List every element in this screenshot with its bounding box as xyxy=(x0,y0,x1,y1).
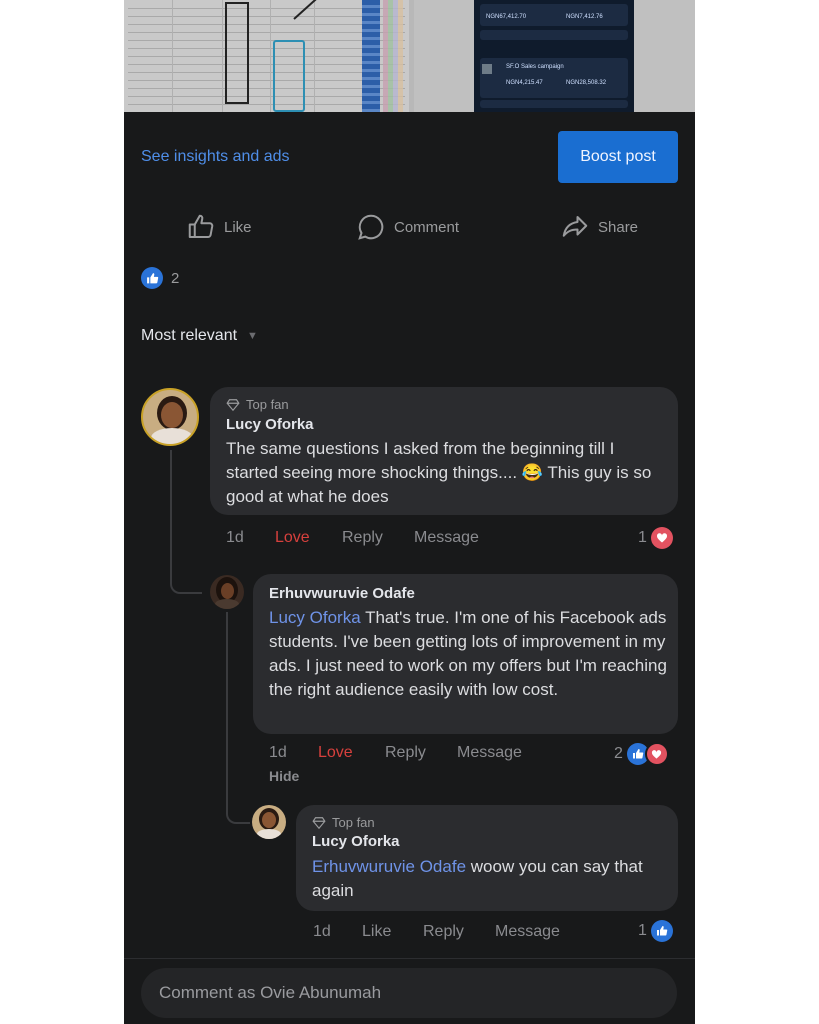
reply-button[interactable]: Reply xyxy=(385,744,426,762)
comment-input[interactable] xyxy=(141,968,677,1018)
ads-manager-image[interactable]: NGN67,412.70 NGN7,412.76 SF.O Sales camp… xyxy=(414,0,695,112)
comment-author[interactable]: Lucy Oforka xyxy=(226,416,314,433)
comment-bubble[interactable]: Erhuvwuruvie Odafe Lucy Oforka That's tr… xyxy=(253,574,678,734)
comment-time: 1d xyxy=(313,923,331,940)
see-insights-link[interactable]: See insights and ads xyxy=(141,148,290,166)
comment-reactions[interactable]: 2 xyxy=(614,742,669,766)
like-reaction-button[interactable]: Like xyxy=(362,923,391,941)
thread-line xyxy=(170,450,202,594)
comment-text: Erhuvwuruvie Odafe woow you can say that… xyxy=(312,857,643,900)
speech-bubble-icon xyxy=(358,214,384,240)
chevron-down-icon: ▼ xyxy=(247,330,258,342)
divider xyxy=(124,958,695,959)
spreadsheet-image[interactable] xyxy=(124,0,409,112)
share-button[interactable]: Share xyxy=(560,211,638,243)
comment-text: The same questions I asked from the begi… xyxy=(226,439,652,506)
comment-bubble[interactable]: Top fan Lucy Oforka The same questions I… xyxy=(210,387,678,515)
comment-button[interactable]: Comment xyxy=(356,211,459,243)
reply-button[interactable]: Reply xyxy=(342,529,383,547)
comment-sort-dropdown[interactable]: Most relevant ▼ xyxy=(141,327,258,345)
mention-link[interactable]: Erhuvwuruvie Odafe xyxy=(312,857,466,876)
comment-time: 1d xyxy=(269,744,287,761)
post-reactions[interactable]: 2 xyxy=(141,267,179,289)
avatar[interactable] xyxy=(252,805,286,839)
sort-label: Most relevant xyxy=(141,327,238,344)
avatar[interactable] xyxy=(210,575,244,609)
comment-label: Comment xyxy=(394,218,460,236)
message-button[interactable]: Message xyxy=(414,529,479,547)
reaction-count: 2 xyxy=(171,269,180,287)
comment-reactions[interactable]: 1 xyxy=(638,920,673,942)
thread-line xyxy=(226,612,250,824)
top-fan-badge: Top fan xyxy=(312,815,375,830)
post-media[interactable]: NGN67,412.70 NGN7,412.76 SF.O Sales camp… xyxy=(124,0,695,112)
heart-icon xyxy=(650,527,673,549)
comment-reactions[interactable]: 1 xyxy=(638,527,673,549)
love-reaction-button[interactable]: Love xyxy=(275,529,310,547)
thumbs-up-icon xyxy=(188,214,214,238)
comment-bubble[interactable]: Top fan Lucy Oforka Erhuvwuruvie Odafe w… xyxy=(296,805,678,911)
top-fan-badge: Top fan xyxy=(226,397,289,412)
love-reaction-button[interactable]: Love xyxy=(318,744,353,762)
like-label: Like xyxy=(224,218,252,236)
diamond-icon xyxy=(226,398,240,411)
share-label: Share xyxy=(598,218,639,236)
message-button[interactable]: Message xyxy=(457,744,522,762)
comment-time: 1d xyxy=(226,529,244,546)
share-arrow-icon xyxy=(562,216,588,237)
like-reaction-icon xyxy=(650,920,673,942)
like-button[interactable]: Like xyxy=(186,211,252,243)
diamond-icon xyxy=(312,816,326,829)
boost-post-button[interactable]: Boost post xyxy=(558,131,678,183)
heart-icon xyxy=(644,742,669,766)
reply-button[interactable]: Reply xyxy=(423,923,464,941)
mention-link[interactable]: Lucy Oforka xyxy=(269,608,361,627)
like-reaction-icon xyxy=(141,267,163,289)
avatar[interactable] xyxy=(141,388,199,446)
comment-author[interactable]: Erhuvwuruvie Odafe xyxy=(269,585,415,602)
hide-replies-button[interactable]: Hide xyxy=(269,768,299,784)
comment-text: Lucy Oforka That's true. I'm one of his … xyxy=(269,608,667,699)
message-button[interactable]: Message xyxy=(495,923,560,941)
comment-author[interactable]: Lucy Oforka xyxy=(312,833,400,850)
facebook-post-screen: NGN67,412.70 NGN7,412.76 SF.O Sales camp… xyxy=(124,0,695,1024)
